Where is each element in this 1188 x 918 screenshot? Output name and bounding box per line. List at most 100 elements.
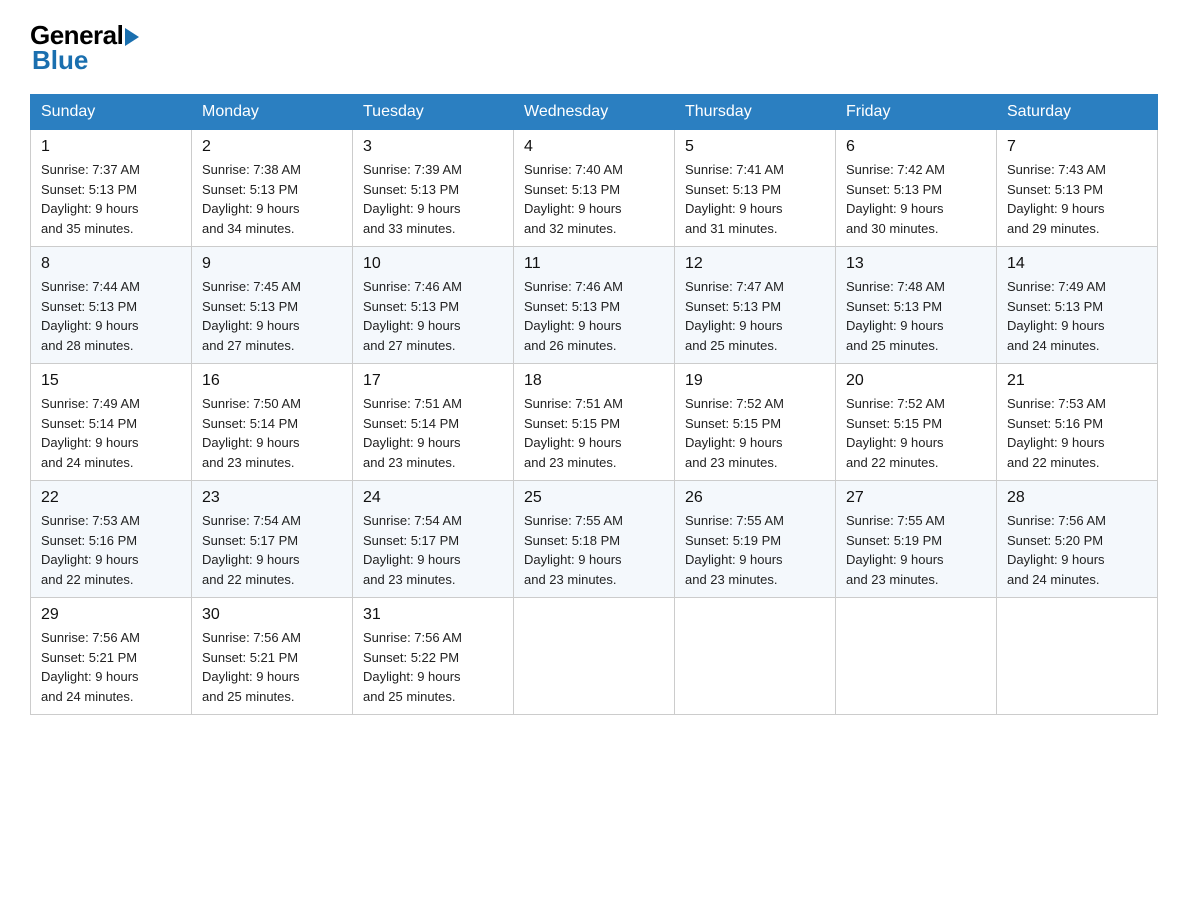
calendar-day-cell [997,598,1158,715]
day-info: Sunrise: 7:54 AMSunset: 5:17 PMDaylight:… [202,511,342,589]
calendar-day-cell: 14 Sunrise: 7:49 AMSunset: 5:13 PMDayligh… [997,247,1158,364]
weekday-header-saturday: Saturday [997,95,1158,130]
day-info: Sunrise: 7:52 AMSunset: 5:15 PMDaylight:… [685,394,825,472]
day-info: Sunrise: 7:47 AMSunset: 5:13 PMDaylight:… [685,277,825,355]
day-info: Sunrise: 7:55 AMSunset: 5:19 PMDaylight:… [846,511,986,589]
calendar-day-cell [836,598,997,715]
calendar-day-cell: 19 Sunrise: 7:52 AMSunset: 5:15 PMDayligh… [675,364,836,481]
day-number: 22 [41,489,181,507]
calendar-day-cell: 20 Sunrise: 7:52 AMSunset: 5:15 PMDayligh… [836,364,997,481]
day-number: 5 [685,138,825,156]
logo-blue-text: Blue [32,45,88,76]
weekday-header-thursday: Thursday [675,95,836,130]
day-number: 9 [202,255,342,273]
calendar-table: SundayMondayTuesdayWednesdayThursdayFrid… [30,94,1158,715]
calendar-day-cell [514,598,675,715]
weekday-header-friday: Friday [836,95,997,130]
day-number: 16 [202,372,342,390]
day-number: 15 [41,372,181,390]
calendar-day-cell: 27 Sunrise: 7:55 AMSunset: 5:19 PMDayligh… [836,481,997,598]
calendar-day-cell: 4 Sunrise: 7:40 AMSunset: 5:13 PMDaylight… [514,130,675,247]
weekday-header-sunday: Sunday [31,95,192,130]
day-number: 6 [846,138,986,156]
day-info: Sunrise: 7:56 AMSunset: 5:20 PMDaylight:… [1007,511,1147,589]
weekday-header-row: SundayMondayTuesdayWednesdayThursdayFrid… [31,95,1158,130]
day-number: 29 [41,606,181,624]
day-number: 12 [685,255,825,273]
calendar-week-row: 1 Sunrise: 7:37 AMSunset: 5:13 PMDaylight… [31,130,1158,247]
day-number: 26 [685,489,825,507]
day-number: 17 [363,372,503,390]
calendar-week-row: 8 Sunrise: 7:44 AMSunset: 5:13 PMDaylight… [31,247,1158,364]
page-header: General Blue [30,20,1158,76]
day-info: Sunrise: 7:51 AMSunset: 5:15 PMDaylight:… [524,394,664,472]
day-info: Sunrise: 7:42 AMSunset: 5:13 PMDaylight:… [846,160,986,238]
calendar-day-cell: 23Sunrise: 7:54 AMSunset: 5:17 PMDayligh… [192,481,353,598]
day-info: Sunrise: 7:56 AMSunset: 5:22 PMDaylight:… [363,628,503,706]
calendar-day-cell: 21 Sunrise: 7:53 AMSunset: 5:16 PMDayligh… [997,364,1158,481]
calendar-header: SundayMondayTuesdayWednesdayThursdayFrid… [31,95,1158,130]
day-info: Sunrise: 7:38 AMSunset: 5:13 PMDaylight:… [202,160,342,238]
logo: General Blue [30,20,139,76]
day-number: 21 [1007,372,1147,390]
day-info: Sunrise: 7:43 AMSunset: 5:13 PMDaylight:… [1007,160,1147,238]
weekday-header-monday: Monday [192,95,353,130]
day-info: Sunrise: 7:51 AMSunset: 5:14 PMDaylight:… [363,394,503,472]
calendar-day-cell [675,598,836,715]
day-info: Sunrise: 7:40 AMSunset: 5:13 PMDaylight:… [524,160,664,238]
calendar-day-cell: 25Sunrise: 7:55 AMSunset: 5:18 PMDayligh… [514,481,675,598]
day-number: 11 [524,255,664,273]
day-number: 4 [524,138,664,156]
day-number: 24 [363,489,503,507]
calendar-day-cell: 15 Sunrise: 7:49 AMSunset: 5:14 PMDayligh… [31,364,192,481]
calendar-day-cell: 5Sunrise: 7:41 AMSunset: 5:13 PMDaylight… [675,130,836,247]
calendar-day-cell: 2 Sunrise: 7:38 AMSunset: 5:13 PMDaylight… [192,130,353,247]
day-number: 30 [202,606,342,624]
day-number: 2 [202,138,342,156]
calendar-day-cell: 26 Sunrise: 7:55 AMSunset: 5:19 PMDayligh… [675,481,836,598]
day-info: Sunrise: 7:48 AMSunset: 5:13 PMDaylight:… [846,277,986,355]
day-info: Sunrise: 7:54 AMSunset: 5:17 PMDaylight:… [363,511,503,589]
calendar-day-cell: 12 Sunrise: 7:47 AMSunset: 5:13 PMDayligh… [675,247,836,364]
day-number: 1 [41,138,181,156]
calendar-day-cell: 22Sunrise: 7:53 AMSunset: 5:16 PMDayligh… [31,481,192,598]
calendar-week-row: 29 Sunrise: 7:56 AMSunset: 5:21 PMDayligh… [31,598,1158,715]
day-info: Sunrise: 7:46 AMSunset: 5:13 PMDaylight:… [363,277,503,355]
day-number: 28 [1007,489,1147,507]
calendar-day-cell: 13Sunrise: 7:48 AMSunset: 5:13 PMDayligh… [836,247,997,364]
calendar-day-cell: 11Sunrise: 7:46 AMSunset: 5:13 PMDayligh… [514,247,675,364]
calendar-day-cell: 30 Sunrise: 7:56 AMSunset: 5:21 PMDayligh… [192,598,353,715]
calendar-day-cell: 28 Sunrise: 7:56 AMSunset: 5:20 PMDayligh… [997,481,1158,598]
day-number: 18 [524,372,664,390]
day-info: Sunrise: 7:49 AMSunset: 5:13 PMDaylight:… [1007,277,1147,355]
calendar-day-cell: 29Sunrise: 7:56 AMSunset: 5:21 PMDayligh… [31,598,192,715]
calendar-day-cell: 24 Sunrise: 7:54 AMSunset: 5:17 PMDayligh… [353,481,514,598]
day-number: 7 [1007,138,1147,156]
day-info: Sunrise: 7:52 AMSunset: 5:15 PMDaylight:… [846,394,986,472]
day-number: 14 [1007,255,1147,273]
calendar-week-row: 22Sunrise: 7:53 AMSunset: 5:16 PMDayligh… [31,481,1158,598]
day-number: 19 [685,372,825,390]
day-info: Sunrise: 7:37 AMSunset: 5:13 PMDaylight:… [41,160,181,238]
day-info: Sunrise: 7:49 AMSunset: 5:14 PMDaylight:… [41,394,181,472]
day-info: Sunrise: 7:44 AMSunset: 5:13 PMDaylight:… [41,277,181,355]
day-info: Sunrise: 7:53 AMSunset: 5:16 PMDaylight:… [1007,394,1147,472]
day-info: Sunrise: 7:50 AMSunset: 5:14 PMDaylight:… [202,394,342,472]
calendar-day-cell: 3Sunrise: 7:39 AMSunset: 5:13 PMDaylight… [353,130,514,247]
calendar-day-cell: 1 Sunrise: 7:37 AMSunset: 5:13 PMDaylight… [31,130,192,247]
weekday-header-tuesday: Tuesday [353,95,514,130]
day-info: Sunrise: 7:55 AMSunset: 5:19 PMDaylight:… [685,511,825,589]
day-info: Sunrise: 7:55 AMSunset: 5:18 PMDaylight:… [524,511,664,589]
calendar-day-cell: 7 Sunrise: 7:43 AMSunset: 5:13 PMDaylight… [997,130,1158,247]
day-number: 27 [846,489,986,507]
day-number: 3 [363,138,503,156]
logo-arrow-icon [125,28,139,46]
day-number: 10 [363,255,503,273]
day-number: 8 [41,255,181,273]
calendar-day-cell: 31Sunrise: 7:56 AMSunset: 5:22 PMDayligh… [353,598,514,715]
day-info: Sunrise: 7:45 AMSunset: 5:13 PMDaylight:… [202,277,342,355]
day-info: Sunrise: 7:56 AMSunset: 5:21 PMDaylight:… [202,628,342,706]
day-number: 20 [846,372,986,390]
calendar-body: 1 Sunrise: 7:37 AMSunset: 5:13 PMDaylight… [31,130,1158,715]
weekday-header-wednesday: Wednesday [514,95,675,130]
